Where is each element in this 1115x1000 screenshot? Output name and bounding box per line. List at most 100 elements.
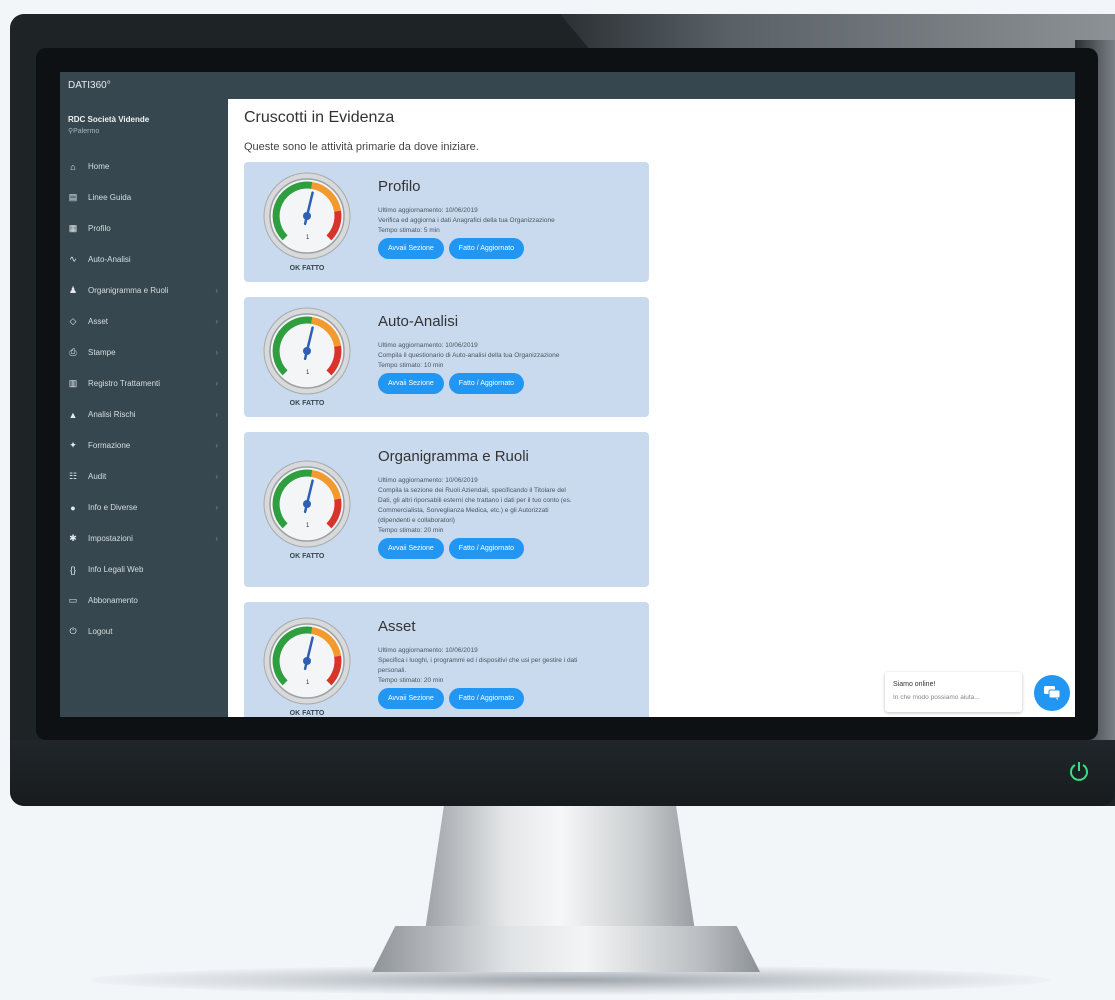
card-text-line: Compila la sezione dei Ruoli Aziendali, …	[378, 487, 566, 494]
training-icon: ✦	[69, 440, 77, 450]
sidebar-item-info-e-diverse[interactable]: ● Info e Diverse ›	[60, 492, 228, 523]
card-title: Organigramma e Ruoli	[378, 448, 529, 465]
sidebar-item-impostazioni[interactable]: ✱ Impostazioni ›	[60, 523, 228, 554]
monitor-stand-base	[372, 926, 760, 972]
organization-icon: ♟	[68, 285, 78, 295]
chat-icon[interactable]	[1034, 675, 1070, 711]
home-icon: ⌂	[70, 161, 76, 172]
card-text-line: Tempo stimato: 20 min	[378, 527, 444, 534]
sidebar-item-label: Registro Trattamenti	[88, 379, 161, 388]
dashboard-card: 1 OK FATTO Auto-Analisi Ultimo aggiornament…	[244, 297, 649, 417]
chevron-right-icon: ›	[215, 534, 218, 543]
sidebar-item-label: Impostazioni	[88, 534, 133, 543]
chat-title: Siamo online!	[893, 681, 936, 688]
dashboard-card: 1 OK FATTO Asset Ultimo aggiornamento: 10/0…	[244, 602, 649, 717]
sidebar-item-label: Info e Diverse	[88, 503, 138, 512]
card-text-line: personali.	[378, 667, 407, 674]
chevron-right-icon: ›	[215, 348, 218, 357]
sidebar-item-organigramma-e-ruoli[interactable]: ♟ Organigramma e Ruoli ›	[60, 275, 228, 306]
open-section-button[interactable]: Avvaii Sezione	[378, 238, 444, 259]
app-screen: DATI360° RDC Società Vidende ⚲Palermo ⌂ H…	[60, 72, 1075, 717]
open-section-button[interactable]: Avvaii Sezione	[378, 373, 444, 394]
subscription-icon: ▭	[68, 595, 78, 605]
document-icon: ▤	[68, 192, 78, 202]
sidebar-item-label: Home	[88, 162, 110, 171]
chevron-right-icon: ›	[215, 472, 218, 481]
info-icon: ●	[70, 502, 76, 513]
sidebar-item-label: Profilo	[88, 224, 111, 233]
chevron-right-icon: ›	[215, 317, 218, 326]
card-text-line: (dipendenti e collaboratori)	[378, 517, 455, 524]
sidebar-item-label: Logout	[88, 627, 113, 636]
chat-popup[interactable]: Siamo online! In che modo possiamo aiuta…	[885, 672, 1022, 712]
card-text-line: Tempo stimato: 5 min	[378, 227, 440, 234]
sidebar-item-abbonamento[interactable]: ▭ Abbonamento	[60, 585, 228, 616]
trend-icon: ∿	[69, 254, 77, 264]
sidebar-item-registro-trattamenti[interactable]: ▥ Registro Trattamenti ›	[60, 368, 228, 399]
user-block: RDC Società Vidende ⚲Palermo	[60, 99, 228, 145]
dashboard-card: 1 OK FATTO Profilo Ultimo aggiornamento: 10…	[244, 162, 649, 282]
sidebar-item-profilo[interactable]: ▦ Profilo	[60, 213, 228, 244]
card-text-line: Specifica i luoghi, i programmi ed i dis…	[378, 657, 578, 664]
sidebar-item-logout[interactable]: ⏻ Logout	[60, 616, 228, 647]
page-title: Cruscotti in Evidenza	[244, 109, 395, 126]
chevron-right-icon: ›	[215, 379, 218, 388]
sidebar-item-label: Auto-Analisi	[88, 255, 131, 264]
user-location: ⚲Palermo	[68, 127, 228, 135]
gauge-icon: 1	[262, 616, 352, 706]
sidebar-item-label: Asset	[88, 317, 109, 326]
sidebar-item-label: Formazione	[88, 441, 131, 450]
app-brand[interactable]: DATI360°	[68, 80, 111, 91]
card-actions: Avvaii Sezione Fatto / Aggiornato	[378, 688, 525, 709]
sidebar-item-label: Organigramma e Ruoli	[88, 286, 169, 295]
page-subtitle: Queste sono le attività primarie da dove…	[244, 141, 479, 153]
mark-done-button[interactable]: Fatto / Aggiornato	[448, 238, 525, 259]
card-actions: Avvaii Sezione Fatto / Aggiornato	[378, 538, 525, 559]
card-text-line: Compila il questionario di Auto-analisi …	[378, 352, 560, 359]
sidebar-item-stampe[interactable]: ⎙ Stampe ›	[60, 337, 228, 368]
gauge-icon: 1	[262, 306, 352, 396]
open-section-button[interactable]: Avvaii Sezione	[378, 688, 444, 709]
sidebar-item-info-legali-web[interactable]: {} Info Legali Web	[60, 554, 228, 585]
code-icon: {}	[69, 564, 76, 575]
chevron-right-icon: ›	[215, 441, 218, 450]
card-text-line: Verifica ed aggiorna i dati Anagrafici d…	[378, 217, 555, 224]
card-text-line: Ultimo aggiornamento: 10/06/2019	[378, 342, 478, 349]
sidebar-item-label: Abbonamento	[88, 596, 138, 605]
card-description: Ultimo aggiornamento: 10/06/2019 Specific…	[378, 646, 643, 686]
gauge-icon: 1	[262, 459, 352, 549]
chat-subtitle: In che modo possiamo aiuta...	[893, 694, 980, 701]
gauge-status-label: OK FATTO	[289, 400, 325, 407]
warning-icon: ▲	[68, 409, 78, 420]
sidebar-item-formazione[interactable]: ✦ Formazione ›	[60, 430, 228, 461]
mark-done-button[interactable]: Fatto / Aggiornato	[448, 373, 525, 394]
card-title: Auto-Analisi	[378, 313, 459, 330]
sidebar-item-label: Audit	[88, 472, 107, 481]
logout-icon: ⏻	[69, 626, 77, 636]
card-title: Asset	[378, 618, 416, 635]
mark-done-button[interactable]: Fatto / Aggiornato	[448, 688, 525, 709]
card-text-line: Tempo stimato: 20 min	[378, 677, 444, 684]
sidebar-item-auto-analisi[interactable]: ∿ Auto-Analisi	[60, 244, 228, 275]
sidebar-item-analisi-rischi[interactable]: ▲ Analisi Rischi ›	[60, 399, 228, 430]
card-text-line: Commercialista, Sorveglianza Medica, etc…	[378, 507, 549, 514]
main-content: Cruscotti in Evidenza Queste sono le att…	[228, 99, 1075, 717]
card-actions: Avvaii Sezione Fatto / Aggiornato	[378, 373, 525, 394]
asset-icon: ◇	[69, 316, 77, 326]
card-description: Ultimo aggiornamento: 10/06/2019 Compila …	[378, 476, 643, 536]
card-text-line: Tempo stimato: 10 min	[378, 362, 444, 369]
power-icon[interactable]	[1068, 760, 1090, 782]
register-icon: ▥	[68, 378, 78, 388]
dashboard-card: 1 OK FATTO Organigramma e Ruoli Ultimo aggi…	[244, 432, 649, 587]
card-description: Ultimo aggiornamento: 10/06/2019 Verifica…	[378, 206, 643, 236]
open-section-button[interactable]: Avvaii Sezione	[378, 538, 444, 559]
sidebar-item-audit[interactable]: ☷ Audit ›	[60, 461, 228, 492]
sidebar-menu: ⌂ Home ▤ Linee Guida ▦ Profilo ∿ Auto-Analisi ♟ O…	[60, 151, 228, 647]
sidebar-item-home[interactable]: ⌂ Home	[60, 151, 228, 182]
card-description: Ultimo aggiornamento: 10/06/2019 Compila …	[378, 341, 643, 371]
sidebar-item-linee-guida[interactable]: ▤ Linee Guida	[60, 182, 228, 213]
sidebar-item-asset[interactable]: ◇ Asset ›	[60, 306, 228, 337]
gauge-status-label: OK FATTO	[289, 710, 325, 717]
monitor-chin	[10, 740, 1115, 806]
mark-done-button[interactable]: Fatto / Aggiornato	[448, 538, 525, 559]
